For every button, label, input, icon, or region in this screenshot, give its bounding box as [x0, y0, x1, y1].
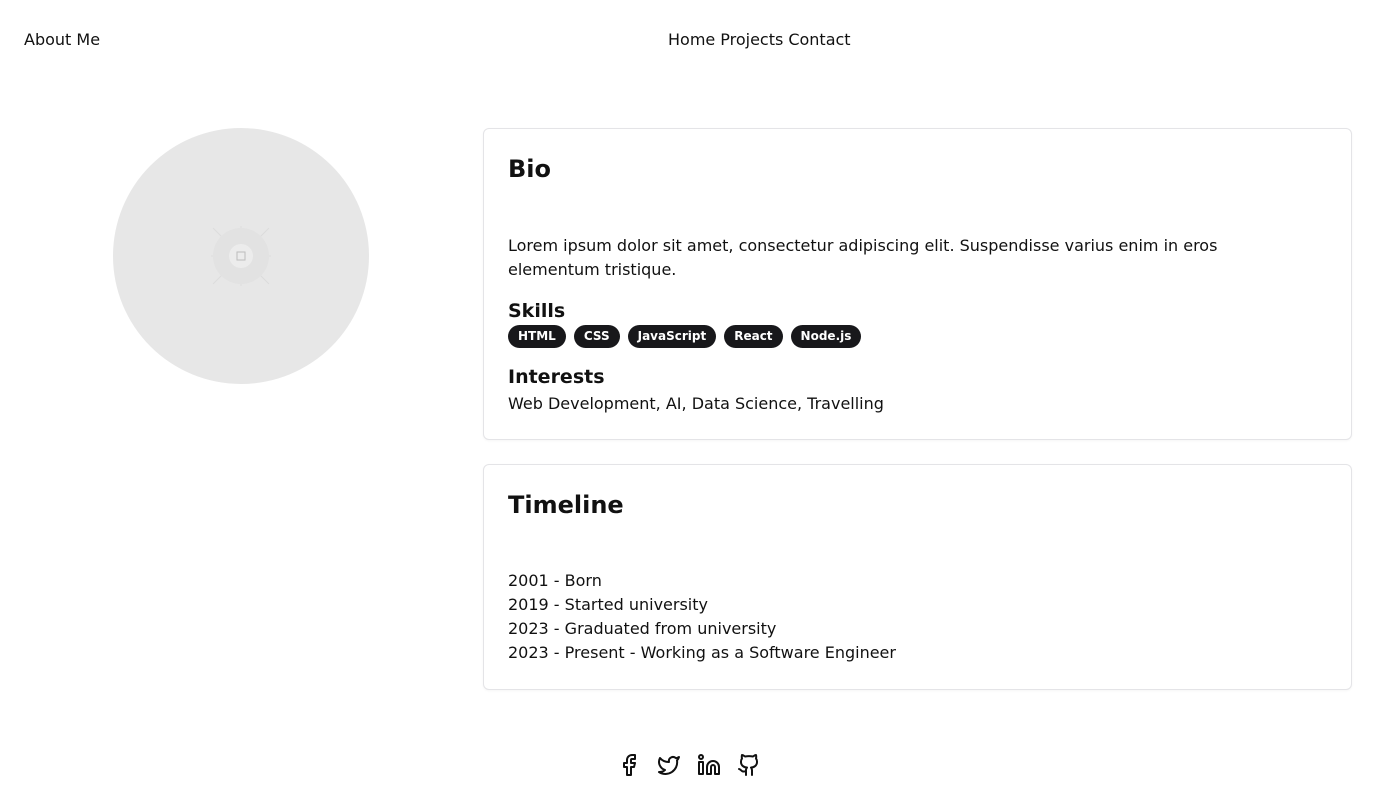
github-link[interactable]	[737, 753, 761, 779]
interests-text: Web Development, AI, Data Science, Trave…	[508, 394, 884, 413]
timeline-card: Timeline 2001 - Born 2019 - Started univ…	[483, 464, 1352, 690]
skill-badge: CSS	[573, 325, 620, 348]
twitter-icon	[658, 756, 680, 775]
main-nav: Home Projects Contact	[668, 30, 851, 50]
bio-text: Lorem ipsum dolor sit amet, consectetur …	[508, 236, 1218, 279]
timeline-item: 2023 - Present - Working as a Software E…	[508, 643, 896, 662]
nav-link-contact[interactable]: Contact	[788, 30, 850, 50]
linkedin-link[interactable]	[697, 753, 721, 779]
nav-link-projects[interactable]: Projects	[720, 30, 783, 50]
nav-link-home[interactable]: Home	[668, 30, 715, 50]
twitter-link[interactable]	[657, 753, 681, 779]
skill-badge: Node.js	[790, 325, 862, 348]
interests-title: Interests	[508, 366, 605, 388]
linkedin-icon	[698, 754, 720, 775]
facebook-link[interactable]	[617, 753, 641, 779]
skill-badge: HTML	[508, 325, 566, 348]
bio-title: Bio	[508, 155, 552, 183]
facebook-icon	[623, 754, 636, 776]
timeline-item: 2019 - Started university	[508, 595, 708, 614]
skills-title: Skills	[508, 300, 566, 322]
skill-badge: JavaScript	[627, 325, 717, 348]
brand-link[interactable]: About Me	[24, 30, 100, 50]
timeline-title: Timeline	[508, 491, 624, 519]
bio-card: Bio Lorem ipsum dolor sit amet, consecte…	[483, 128, 1352, 440]
site-header: About Me Home Projects Contact	[0, 0, 1376, 80]
timeline-list: 2001 - Born 2019 - Started university 20…	[508, 569, 896, 665]
skill-badge: React	[724, 325, 783, 348]
github-icon	[738, 754, 759, 776]
image-placeholder-icon	[211, 226, 271, 286]
timeline-item: 2023 - Graduated from university	[508, 619, 777, 638]
skills-list: HTML CSS JavaScript React Node.js	[508, 325, 862, 348]
avatar	[113, 128, 369, 384]
social-links	[617, 753, 761, 779]
timeline-item: 2001 - Born	[508, 571, 602, 590]
